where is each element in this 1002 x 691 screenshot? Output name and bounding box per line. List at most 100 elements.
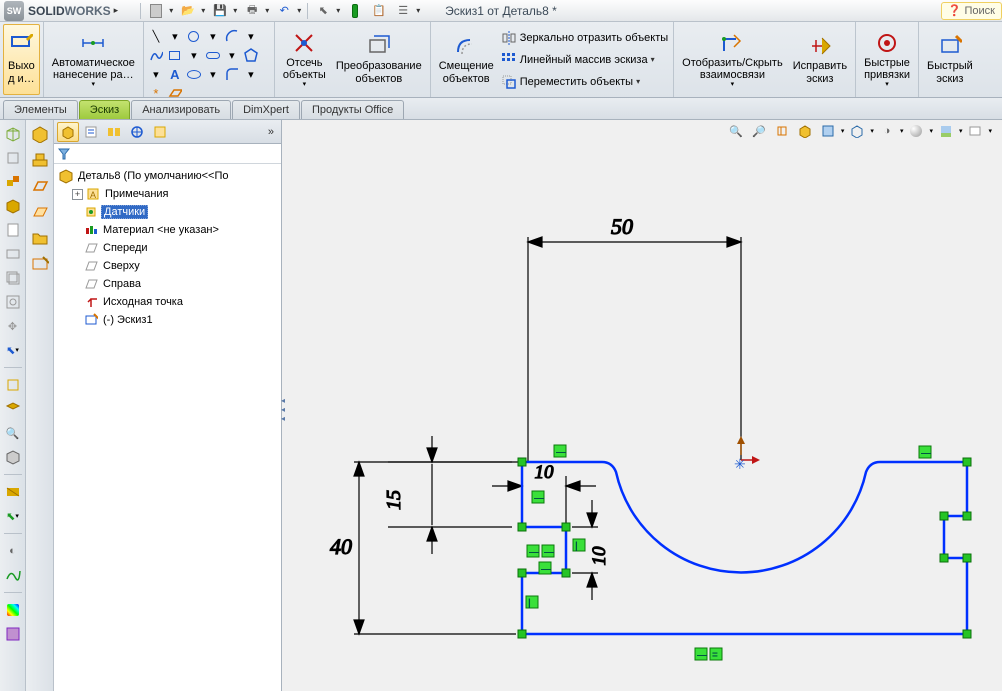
dropdown-icon[interactable]: ▾ (204, 27, 222, 45)
tree-front-plane[interactable]: Спереди (72, 239, 279, 257)
select-button[interactable]: ⬉ (312, 2, 334, 20)
dimension-40[interactable]: 40 (330, 534, 352, 559)
new-file-button[interactable] (145, 2, 167, 20)
slot-tool[interactable] (204, 46, 222, 64)
dropdown-icon[interactable]: ▾ (233, 6, 239, 15)
dimxpert-tab[interactable] (126, 122, 148, 142)
rebuild-button[interactable] (344, 2, 366, 20)
trim-button[interactable]: Отсечь объекты ▾ (278, 24, 331, 95)
repair-sketch-button[interactable]: Исправить эскиз (788, 24, 852, 95)
help-search[interactable]: ❓ Поиск (941, 2, 1002, 20)
dropdown-icon[interactable]: ▾ (636, 77, 640, 86)
expand-icon[interactable]: + (72, 189, 83, 200)
sketch-icon[interactable] (3, 292, 23, 312)
move-entities-button[interactable]: Переместить объекты▾ (499, 71, 670, 93)
spline-edit-icon[interactable] (3, 565, 23, 585)
view-orientation-icon[interactable] (3, 375, 23, 395)
dropdown-icon[interactable]: ▾ (731, 81, 735, 89)
circle-tool[interactable] (185, 27, 203, 45)
dimension-10-vertical[interactable]: 10 (589, 546, 610, 566)
ellipse-tool[interactable] (185, 65, 203, 83)
graphics-area[interactable]: ◂◂◂ 🔍 🔎 ▾ ▾ ◑▾ ▾ ▾ ▾ 50 (282, 120, 1002, 691)
tab-features[interactable]: Элементы (3, 100, 78, 119)
arc-tool[interactable] (223, 27, 241, 45)
convert-entities-button[interactable]: Преобразование объектов (331, 24, 427, 95)
view-3d-icon[interactable] (3, 124, 23, 144)
options-button[interactable]: 📋 (368, 2, 390, 20)
section-icon[interactable] (3, 482, 23, 502)
dimension-15[interactable]: 15 (383, 490, 405, 510)
sketch-feature-icon[interactable] (30, 254, 50, 274)
display-style-icon[interactable] (3, 447, 23, 467)
view-front-icon[interactable] (3, 148, 23, 168)
plane-icon[interactable] (30, 176, 50, 196)
mirror-entities-button[interactable]: Зеркально отразить объекты (499, 27, 670, 49)
sheet-stack-icon[interactable] (3, 268, 23, 288)
dimension-10-horizontal[interactable]: 10 (535, 462, 555, 483)
open-file-button[interactable]: 📂 (177, 2, 199, 20)
rapid-sketch-button[interactable]: Быстрый эскиз (922, 24, 978, 95)
folder-icon[interactable] (30, 228, 50, 248)
dropdown-icon[interactable]: ▾ (242, 65, 260, 83)
smart-dimension-button[interactable]: Автоматическое нанесение ра… ▾ (47, 24, 140, 95)
tab-evaluate[interactable]: Анализировать (131, 100, 231, 119)
tree-right-plane[interactable]: Справа (72, 275, 279, 293)
offset-entities-button[interactable]: Смещение объектов (434, 24, 499, 95)
hide-show-icon[interactable]: ◐ (3, 541, 23, 561)
dropdown-icon[interactable]: ▾ (92, 81, 96, 89)
tab-office[interactable]: Продукты Office (301, 100, 404, 119)
dropdown-icon[interactable]: ▾ (416, 6, 422, 15)
linear-pattern-button[interactable]: Линейный массив эскиза▾ (499, 49, 670, 71)
tree-sensors[interactable]: Датчики (72, 203, 279, 221)
sheet-icon[interactable] (3, 244, 23, 264)
settings-button[interactable]: ☰ (392, 2, 414, 20)
dimension-50[interactable]: 50 (611, 214, 633, 239)
dropdown-icon[interactable]: ▾ (166, 27, 184, 45)
isometric-icon[interactable] (3, 399, 23, 419)
display-relations-button[interactable]: Отобразить/Скрыть взаимосвязи ▾ (677, 24, 788, 95)
dropdown-icon[interactable]: ▾ (885, 81, 889, 89)
spline-tool[interactable] (147, 46, 165, 64)
undo-button[interactable]: ↶ (273, 2, 295, 20)
texture-icon[interactable] (3, 624, 23, 644)
print-button[interactable]: 🖶 (241, 2, 263, 20)
sketch-canvas[interactable]: 50 40 15 (282, 120, 1002, 691)
tree-material[interactable]: Материал <не указан> (72, 221, 279, 239)
zoom-icon[interactable]: 🔍 (3, 423, 23, 443)
panel-expand-button[interactable]: » (264, 126, 278, 138)
select-tool[interactable]: ⬉▾ (3, 340, 23, 360)
rectangle-tool[interactable] (166, 46, 184, 64)
view-part-icon[interactable] (3, 196, 23, 216)
text-tool[interactable]: A (166, 65, 184, 83)
dropdown-icon[interactable]: ▾ (147, 65, 165, 83)
dropdown-icon[interactable]: ▾ (169, 6, 175, 15)
dropdown-icon[interactable]: ▾ (297, 6, 303, 15)
dropdown-icon[interactable]: ▾ (201, 6, 207, 15)
app-menu-drop[interactable]: ▸ (114, 5, 119, 16)
view-assembly-icon[interactable] (3, 172, 23, 192)
dropdown-icon[interactable]: ▾ (204, 65, 222, 83)
feature-tree-tab[interactable] (57, 122, 79, 142)
filter-bar[interactable] (54, 144, 281, 164)
plane2-icon[interactable] (30, 202, 50, 222)
line-tool[interactable]: ╲ (147, 27, 165, 45)
dropdown-icon[interactable]: ▾ (303, 81, 307, 89)
tree-sketch1[interactable]: (-) Эскиз1 (72, 311, 279, 329)
exit-sketch-button[interactable]: Выхо д и… (3, 24, 40, 95)
dropdown-icon[interactable]: ▾ (265, 6, 271, 15)
view-drawing-icon[interactable] (3, 220, 23, 240)
dropdown-icon[interactable]: ▾ (336, 6, 342, 15)
pan-tool[interactable]: ✥ (3, 316, 23, 336)
dropdown-icon[interactable]: ▾ (223, 46, 241, 64)
polygon-tool[interactable] (242, 46, 260, 64)
property-manager-tab[interactable] (80, 122, 102, 142)
tree-top-plane[interactable]: Сверху (72, 257, 279, 275)
part-icon[interactable] (30, 124, 50, 144)
tree-origin[interactable]: Исходная точка (72, 293, 279, 311)
tree-root[interactable]: Деталь8 (По умолчанию<<По (58, 167, 279, 185)
feature-tree[interactable]: Деталь8 (По умолчанию<<По +AПримечания Д… (54, 164, 281, 691)
quick-snaps-button[interactable]: Быстрые привязки ▾ (859, 24, 915, 95)
configuration-tab[interactable] (103, 122, 125, 142)
fillet-tool[interactable] (223, 65, 241, 83)
dropdown-icon[interactable]: ▾ (242, 27, 260, 45)
